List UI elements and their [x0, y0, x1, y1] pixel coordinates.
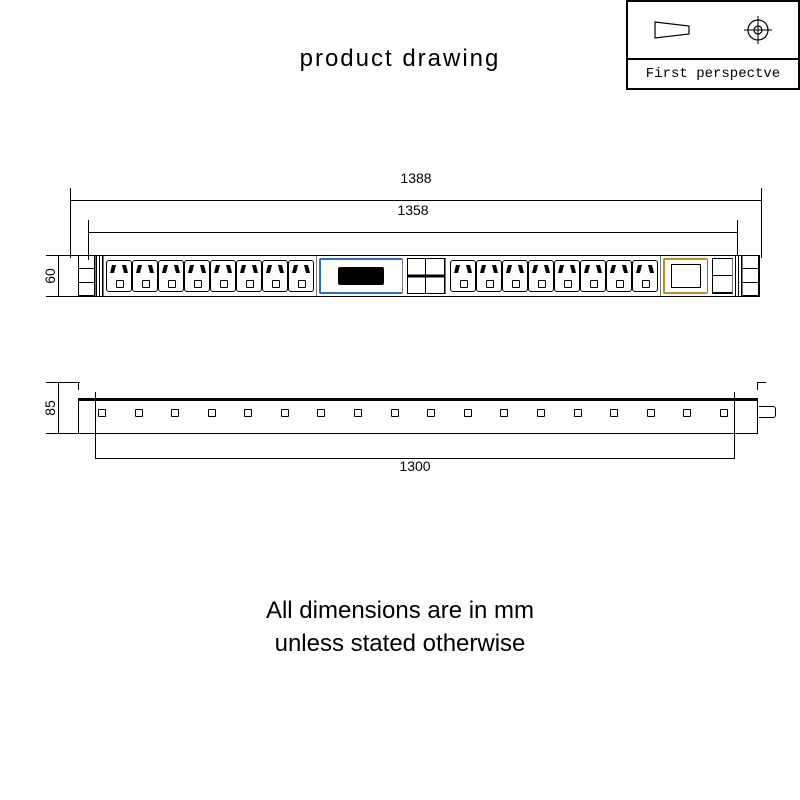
outlet — [554, 260, 580, 292]
target-icon — [740, 16, 776, 44]
side-view — [78, 390, 758, 434]
outlet — [236, 260, 262, 292]
data-port — [712, 258, 733, 294]
dim-value: 85 — [24, 400, 76, 416]
dim-value: 1300 — [95, 458, 735, 474]
outlet-bank-right — [448, 256, 661, 296]
dim-height-front: 60 — [48, 255, 68, 297]
mounting-bracket-right — [743, 256, 759, 296]
meter-display — [319, 258, 403, 294]
outlet — [476, 260, 502, 292]
outlet — [502, 260, 528, 292]
projection-legend: First perspectve — [626, 0, 800, 90]
outlet — [184, 260, 210, 292]
dim-value: 1388 — [70, 170, 762, 186]
outlet — [132, 260, 158, 292]
outlet — [450, 260, 476, 292]
mounting-bracket-left — [79, 256, 96, 296]
note-line-2: unless stated otherwise — [275, 630, 526, 657]
legend-label: First perspectve — [628, 60, 798, 88]
dim-value: 60 — [29, 268, 71, 284]
dim-mounting-centers: 1300 — [95, 448, 735, 468]
outlet — [106, 260, 132, 292]
front-view — [78, 255, 760, 297]
cable-gland-icon — [759, 406, 776, 418]
outlet-bank-left — [104, 256, 317, 296]
drawing-canvas: product drawing First perspectve 1388 13… — [0, 0, 800, 800]
dim-height-side: 85 — [48, 382, 68, 434]
note-line-1: All dimensions are in mm — [266, 597, 534, 624]
end-cap-right — [735, 256, 743, 296]
outlet — [528, 260, 554, 292]
outlet — [606, 260, 632, 292]
dim-value: 1358 — [88, 202, 738, 218]
outlet — [210, 260, 236, 292]
end-cap-left — [96, 256, 104, 296]
circuit-breaker — [407, 258, 446, 294]
surge-module — [663, 258, 708, 294]
outlet — [288, 260, 314, 292]
dim-body-length: 1358 — [88, 222, 738, 242]
units-note: All dimensions are in mm unless stated o… — [0, 595, 800, 660]
lcd-icon — [338, 267, 384, 285]
outlet — [262, 260, 288, 292]
outlet — [580, 260, 606, 292]
truncated-cone-icon — [651, 16, 695, 44]
outlet — [158, 260, 184, 292]
outlet — [632, 260, 658, 292]
